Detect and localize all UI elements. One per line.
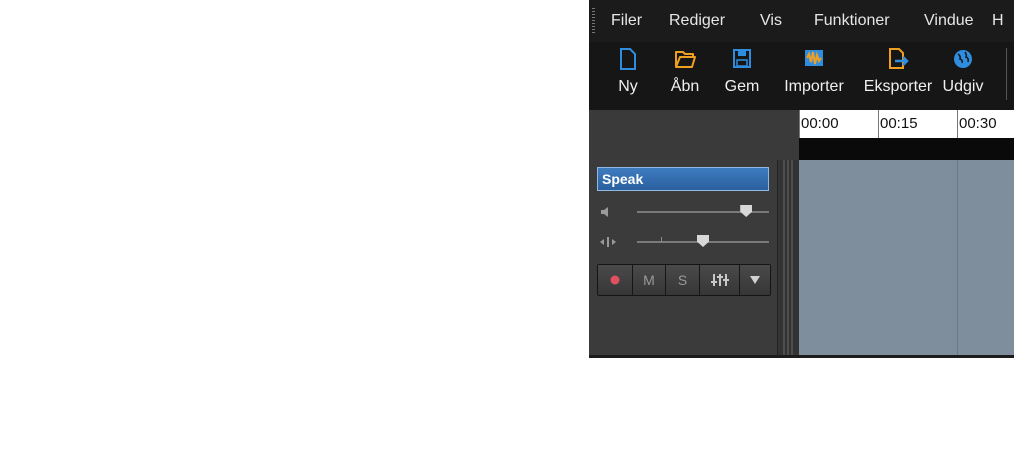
record-arm-button[interactable] [598,265,633,295]
timeline-grid-line [957,160,958,355]
track-menu-button[interactable] [740,265,770,295]
open-folder-icon [675,51,696,68]
pan-icon [600,237,616,247]
publish-label: Udgiv [942,78,984,95]
speaker-icon [601,207,608,217]
new-button[interactable]: Ny [613,48,643,96]
track-controls: M S [597,264,771,296]
ruler-tick [878,110,879,138]
toolbar: Ny Åbn Gem Importer Eksporter Udgiv [589,42,1014,110]
globe-icon [954,50,972,68]
open-label: Åbn [670,78,700,95]
export-button[interactable]: Eksporter [857,48,939,96]
track-header-resize-handle[interactable] [777,160,800,358]
open-button[interactable]: Åbn [665,48,705,96]
save-label: Gem [724,78,760,95]
menu-bar: Filer Rediger Vis Funktioner Vindue H [589,0,1014,42]
save-button[interactable]: Gem [722,48,762,96]
menu-vis[interactable]: Vis [760,12,782,30]
mixer-icon [710,274,729,286]
menu-help-partial[interactable]: H [992,12,1004,30]
import-audio-icon [805,50,823,66]
track-effects-button[interactable] [699,265,741,295]
menu-grip[interactable] [592,8,595,34]
new-label: Ny [618,78,638,95]
pan-center-mark [661,237,662,242]
pan-slider[interactable] [599,233,769,251]
pan-slider-thumb[interactable] [697,235,709,247]
track-name-field[interactable]: Speak [597,167,769,191]
mute-button[interactable]: M [632,265,667,295]
toolbar-separator [1006,48,1007,100]
menu-rediger[interactable]: Rediger [669,12,725,30]
save-icon [733,49,751,68]
ruler-label-0: 00:00 [801,115,839,132]
record-icon [610,275,620,285]
export-label: Eksporter [863,78,933,95]
timeline-marker-bar[interactable] [799,138,1014,160]
volume-slider-thumb[interactable] [740,205,753,217]
dropdown-arrow-icon [750,276,761,284]
timeline-ruler[interactable]: 00:00 00:15 00:30 [799,110,1014,138]
ruler-tick [799,110,800,138]
menu-filer[interactable]: Filer [611,12,642,30]
bottom-border [589,355,1014,358]
ruler-tick [957,110,958,138]
solo-button[interactable]: S [666,265,700,295]
publish-button[interactable]: Udgiv [939,48,987,96]
volume-slider[interactable] [599,203,769,221]
track-header-top [589,110,799,160]
track-lane[interactable] [799,160,1014,355]
export-icon [889,48,909,69]
ruler-label-2: 00:30 [959,115,997,132]
import-button[interactable]: Importer [772,48,856,96]
ruler-label-1: 00:15 [880,115,918,132]
track-header: Speak M S [589,160,777,358]
new-file-icon [620,48,636,70]
menu-vindue[interactable]: Vindue [924,12,974,30]
audio-editor-window: Filer Rediger Vis Funktioner Vindue H Ny… [589,0,1014,358]
import-label: Importer [784,78,844,95]
menu-funktioner[interactable]: Funktioner [814,12,890,30]
